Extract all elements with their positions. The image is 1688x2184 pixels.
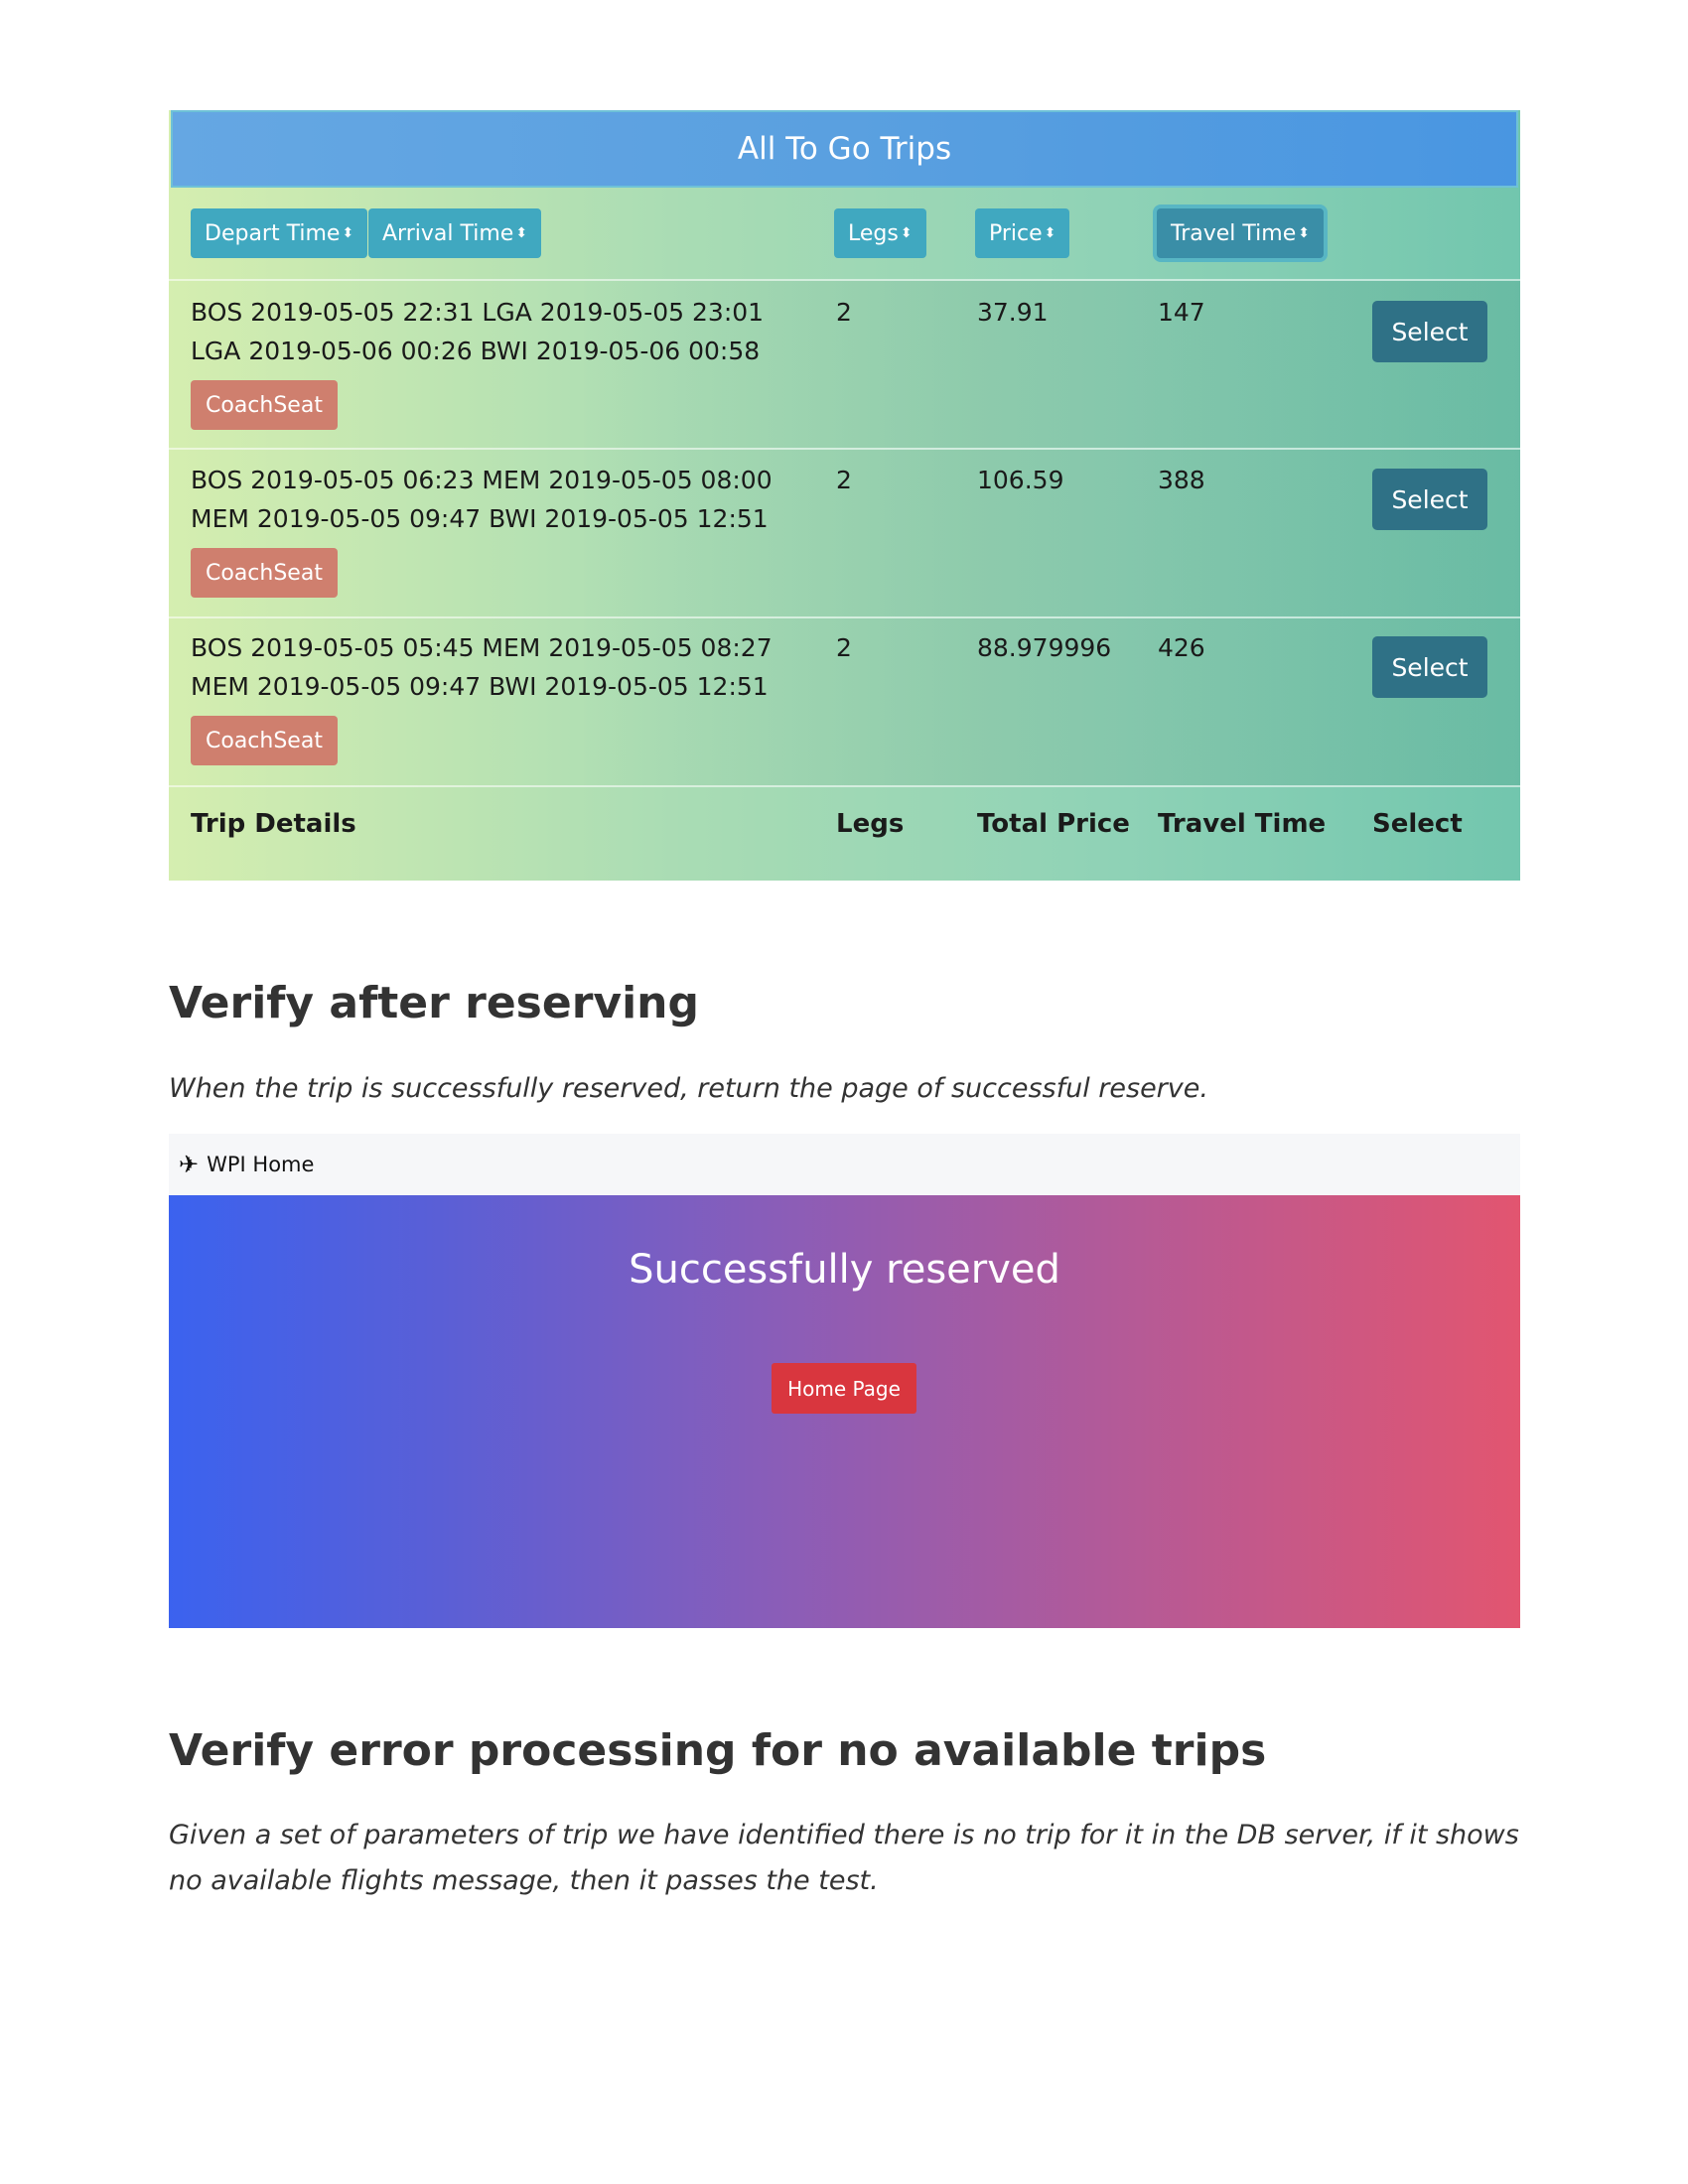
trip-leg-1: BOS 2019-05-05 06:23 MEM 2019-05-05 08:0…	[191, 466, 773, 494]
sort-caret-icon: ⬍	[342, 225, 354, 241]
travel-time-value: 388	[1158, 466, 1205, 494]
select-button[interactable]: Select	[1372, 301, 1487, 362]
footer-legs: Legs	[836, 809, 905, 839]
table-title: All To Go Trips	[171, 110, 1518, 188]
success-title: Successfully reserved	[629, 1247, 1060, 1293]
sort-label: Arrival Time	[382, 220, 514, 246]
sort-arrival-time-button[interactable]: Arrival Time ⬍	[368, 208, 542, 258]
select-button[interactable]: Select	[1372, 469, 1487, 530]
trip-leg-1: BOS 2019-05-05 05:45 MEM 2019-05-05 08:2…	[191, 633, 773, 662]
sort-legs-button[interactable]: Legs ⬍	[834, 208, 926, 258]
footer-select: Select	[1372, 809, 1463, 839]
legs-value: 2	[836, 298, 852, 327]
section-body-reserve: When the trip is successfully reserved, …	[169, 1073, 1208, 1104]
sort-travel-time-button[interactable]: Travel Time ⬍	[1157, 208, 1324, 258]
success-page-screenshot: ✈ WPI Home Successfully reserved Home Pa…	[169, 1134, 1520, 1628]
sort-caret-icon: ⬍	[900, 225, 913, 241]
trip-leg-1: BOS 2019-05-05 22:31 LGA 2019-05-05 23:0…	[191, 298, 765, 327]
seat-badge: CoachSeat	[191, 548, 338, 598]
table-row: BOS 2019-05-05 06:23 MEM 2019-05-05 08:0…	[169, 450, 1520, 616]
sort-caret-icon: ⬍	[515, 225, 528, 241]
sort-label: Travel Time	[1171, 220, 1297, 246]
table-row: BOS 2019-05-05 22:31 LGA 2019-05-05 23:0…	[169, 281, 1520, 448]
trips-table: All To Go Trips Depart Time ⬍ Arrival Tim…	[169, 110, 1520, 881]
success-hero: Successfully reserved Home Page	[169, 1195, 1520, 1628]
select-button[interactable]: Select	[1372, 636, 1487, 698]
price-value: 88.979996	[977, 633, 1112, 662]
table-row: BOS 2019-05-05 05:45 MEM 2019-05-05 08:2…	[169, 618, 1520, 785]
footer-trip-details: Trip Details	[191, 809, 356, 839]
divider	[169, 785, 1520, 787]
sort-caret-icon: ⬍	[1298, 225, 1310, 241]
trip-leg-2: LGA 2019-05-06 00:26 BWI 2019-05-06 00:5…	[191, 337, 761, 365]
legs-value: 2	[836, 633, 852, 662]
price-value: 106.59	[977, 466, 1064, 494]
seat-badge: CoachSeat	[191, 716, 338, 765]
footer-travel-time: Travel Time	[1158, 809, 1327, 839]
sort-label: Legs	[848, 220, 899, 246]
sort-label: Depart Time	[205, 220, 341, 246]
travel-time-value: 147	[1158, 298, 1205, 327]
section-heading-reserve: Verify after reserving	[169, 978, 699, 1028]
trip-leg-2: MEM 2019-05-05 09:47 BWI 2019-05-05 12:5…	[191, 672, 769, 701]
brand-link[interactable]: ✈ WPI Home	[179, 1151, 314, 1178]
price-value: 37.91	[977, 298, 1049, 327]
sort-label: Price	[989, 220, 1043, 246]
sort-depart-time-button[interactable]: Depart Time ⬍	[191, 208, 368, 258]
section-heading-error: Verify error processing for no available…	[169, 1725, 1267, 1776]
seat-badge: CoachSeat	[191, 380, 338, 430]
travel-time-value: 426	[1158, 633, 1205, 662]
sort-price-button[interactable]: Price ⬍	[975, 208, 1070, 258]
home-page-button[interactable]: Home Page	[772, 1363, 916, 1414]
airplane-icon: ✈	[179, 1151, 200, 1178]
legs-value: 2	[836, 466, 852, 494]
trip-leg-2: MEM 2019-05-05 09:47 BWI 2019-05-05 12:5…	[191, 504, 769, 533]
footer-total-price: Total Price	[977, 809, 1130, 839]
sort-caret-icon: ⬍	[1044, 225, 1056, 241]
section-body-error: Given a set of parameters of trip we hav…	[169, 1820, 1519, 1896]
navbar: ✈ WPI Home	[169, 1134, 1520, 1195]
brand-label: WPI Home	[207, 1153, 315, 1176]
